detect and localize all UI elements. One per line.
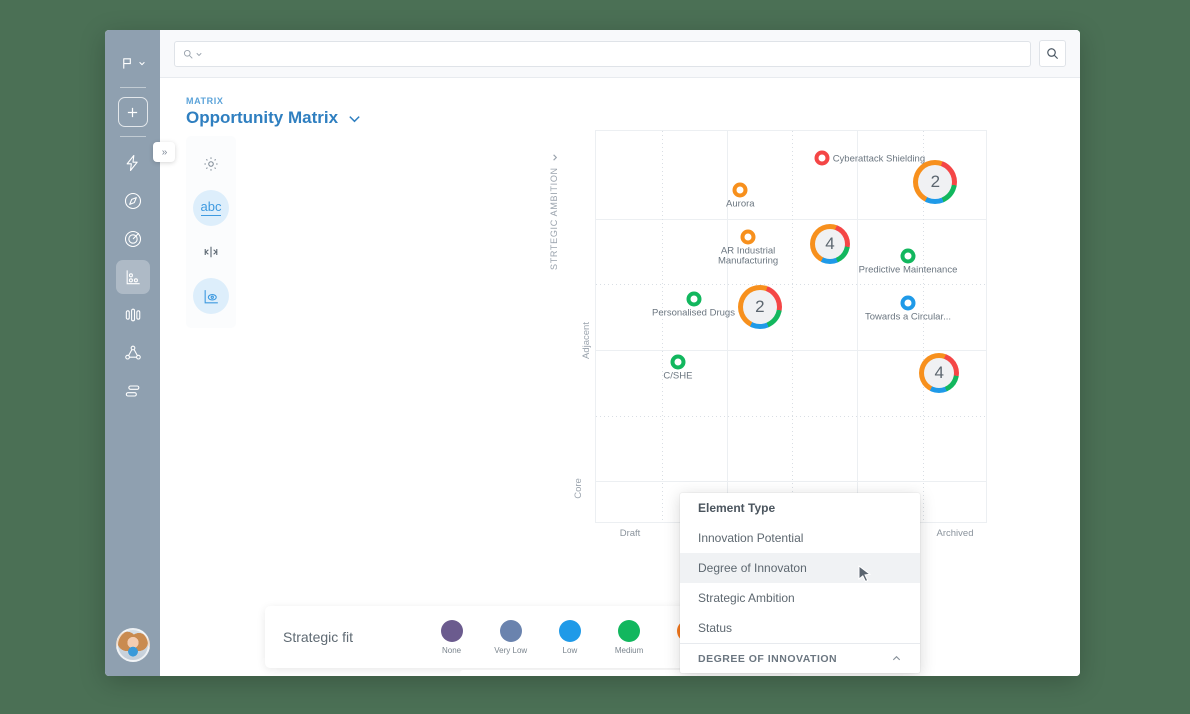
attribute-dropdown-menu: Element Type Innovation Potential Degree… (680, 493, 920, 673)
legend-item-medium[interactable]: Medium (599, 619, 658, 655)
cluster-ring: 4 (810, 224, 850, 265)
sidebar-item-roadmap[interactable] (116, 374, 150, 408)
chevron-down-icon (196, 52, 202, 56)
point-marker (670, 354, 686, 370)
dropdown-footer-label: DEGREE OF INNOVATION (698, 652, 838, 665)
point-label: Predictive Maintenance (858, 264, 958, 276)
add-button[interactable] (117, 97, 148, 127)
chevron-down-icon[interactable] (347, 111, 362, 126)
legend-item-very-low[interactable]: Very Low (481, 619, 540, 655)
legend-title: Strategic fit (283, 629, 354, 645)
page-header: MATRIX Opportunity Matrix (160, 78, 1080, 128)
legend-label: Very Low (494, 645, 528, 655)
avatar[interactable] (115, 628, 150, 662)
menu-item-degree-of-innovation[interactable]: Degree of Innovaton (680, 553, 920, 583)
flag-icon[interactable] (120, 48, 146, 78)
sidebar-item-targets[interactable] (116, 222, 150, 256)
point-label: Towards a Circular... (864, 311, 952, 323)
main-area: MATRIX Opportunity Matrix abc STRTEGIC A… (160, 30, 1080, 676)
menu-item-innovation-potential[interactable]: Innovation Potential (680, 523, 920, 553)
data-point[interactable]: C/SHE (663, 354, 692, 381)
menu-item-strategic-ambition[interactable]: Strategic Ambition (680, 583, 920, 613)
dropdown-footer[interactable]: DEGREE OF INNOVATION (680, 643, 920, 673)
point-label: Personalised Drugs (652, 307, 735, 319)
cluster-badge[interactable]: 2 (737, 284, 782, 329)
data-point[interactable]: Predictive Maintenance (859, 248, 957, 276)
plot-area: Cyberattack Shielding Aurora AR Industri… (595, 130, 987, 523)
cluster-badge[interactable]: 4 (919, 353, 960, 394)
data-point[interactable]: AR Industrial Manufacturing (718, 229, 778, 267)
labels-abc-icon[interactable]: abc (193, 190, 229, 226)
cluster-badge[interactable]: 2 (913, 159, 958, 204)
legend-item-low[interactable]: Low (540, 619, 599, 655)
search-submit-button[interactable] (1039, 40, 1066, 67)
y-tick-adjacent: Adjacent (580, 322, 592, 359)
sidebar-item-network[interactable] (116, 336, 150, 370)
point-marker (900, 295, 916, 311)
top-bar (160, 30, 1080, 78)
cluster-count: 4 (924, 358, 955, 389)
y-tick-core: Core (572, 478, 584, 499)
cluster-count: 2 (742, 289, 777, 324)
data-point[interactable]: Aurora (726, 182, 755, 209)
data-point[interactable]: Cyberattack Shielding (814, 150, 925, 166)
rail-divider (119, 136, 146, 137)
page-title: Opportunity Matrix (186, 108, 339, 127)
settings-icon[interactable] (193, 146, 229, 182)
cluster-count: 4 (815, 229, 845, 260)
y-axis-title[interactable]: STRTEGIC AMBITION (549, 153, 559, 270)
sidebar-item-matrix[interactable] (115, 260, 150, 294)
chevron-down-icon (552, 154, 557, 161)
visibility-eye-icon[interactable] (193, 278, 229, 314)
cluster-badge[interactable]: 4 (810, 224, 850, 265)
search-input[interactable] (174, 40, 1031, 67)
legend-swatch (440, 619, 463, 642)
chevron-up-icon (892, 655, 901, 661)
legend-item-none[interactable]: None (422, 619, 481, 655)
point-label: C/SHE (663, 370, 693, 382)
cluster-count: 2 (918, 164, 953, 199)
y-axis-label: STRTEGIC AMBITION (549, 167, 559, 270)
menu-item-element-type[interactable]: Element Type (680, 493, 920, 523)
chart-tools: abc (186, 136, 236, 328)
x-tick-draft: Draft (619, 528, 641, 539)
data-point[interactable]: Towards a Circular... (865, 295, 951, 322)
app-window: » MATRIX Opportunity Matrix abc STRTEGIC… (105, 30, 1080, 676)
sidebar-item-portfolio[interactable] (116, 298, 150, 332)
legend-label: Medium (614, 645, 644, 655)
chevron-down-icon (138, 61, 145, 66)
abc-label: abc (200, 199, 222, 216)
point-label: Aurora (726, 198, 755, 210)
legend-swatch (558, 619, 581, 642)
point-marker (900, 248, 916, 264)
legend-label: None (441, 645, 462, 655)
legend-label: Low (562, 645, 578, 655)
point-marker (686, 291, 701, 307)
point-marker (732, 182, 748, 198)
point-marker (814, 150, 830, 166)
legend-swatch (499, 619, 522, 642)
left-rail (105, 30, 160, 676)
cluster-ring: 2 (737, 284, 782, 329)
point-marker (740, 229, 756, 245)
cluster-ring: 4 (919, 353, 960, 394)
sidebar-item-ideas[interactable] (116, 146, 150, 180)
search-icon (183, 49, 193, 59)
menu-item-status[interactable]: Status (680, 613, 920, 643)
x-tick-archived: Archived (936, 528, 974, 539)
breadcrumb: MATRIX (186, 96, 224, 106)
rail-divider (119, 87, 146, 88)
cluster-ring: 2 (913, 159, 958, 204)
resize-width-icon[interactable] (193, 234, 229, 270)
legend-swatch (618, 619, 641, 642)
point-label: AR Industrial Manufacturing (717, 245, 779, 267)
search-icon (1047, 48, 1059, 60)
data-point[interactable]: Personalised Drugs (652, 291, 735, 319)
sidebar-item-explore[interactable] (116, 184, 150, 218)
mouse-cursor (858, 565, 872, 583)
content-area: abc STRTEGIC AMBITION T (160, 128, 1080, 676)
rail-expand-button[interactable]: » (153, 142, 175, 162)
point-label: Cyberattack Shielding (832, 153, 926, 165)
